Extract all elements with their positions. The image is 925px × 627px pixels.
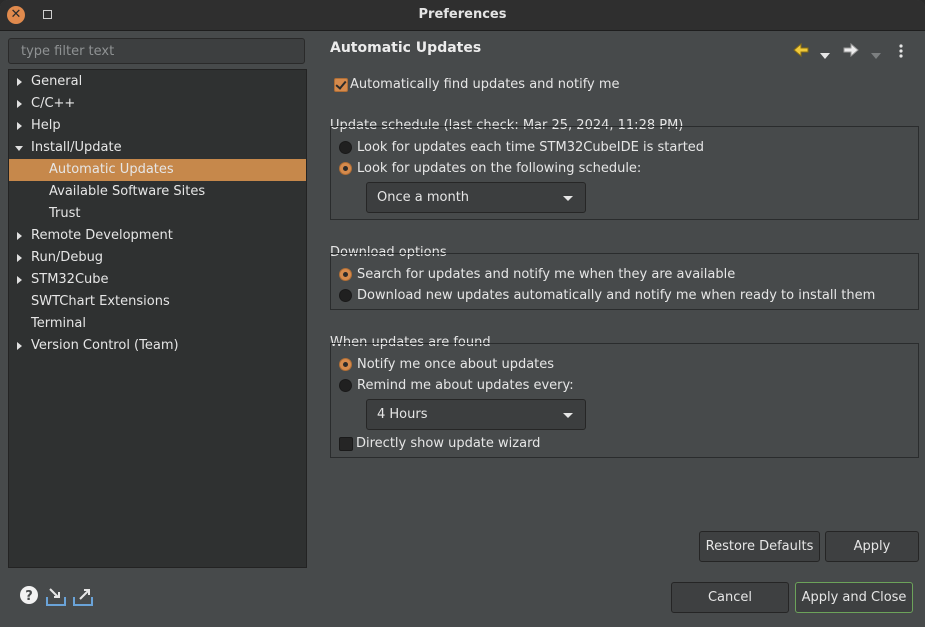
tree-item-label: Run/Debug [31, 250, 104, 265]
notify-once-radio-button[interactable] [339, 358, 352, 371]
schedule-periodic-radio-button[interactable] [339, 162, 352, 175]
more-vertical-icon [899, 44, 903, 58]
schedule-start-radio-button[interactable] [339, 141, 352, 154]
cancel-button[interactable]: Cancel [671, 582, 789, 613]
tree-item[interactable]: Version Control (Team) [9, 335, 306, 357]
show-wizard-label: Directly show update wizard [356, 436, 541, 451]
collapsed-arrow-icon[interactable] [17, 254, 22, 262]
back-menu-button[interactable] [820, 48, 830, 63]
frequency-value: Once a month [377, 190, 470, 205]
chevron-down-icon [820, 53, 830, 59]
collapsed-arrow-icon[interactable] [17, 100, 22, 108]
tree-item[interactable]: Automatic Updates [9, 159, 306, 181]
tree-item[interactable]: Available Software Sites [9, 181, 306, 203]
collapsed-arrow-icon[interactable] [17, 342, 22, 350]
preferences-tree: General C/C++ Help Install/Update Automatic … [8, 69, 307, 568]
tree-item-label: Install/Update [31, 140, 122, 155]
tree-item-label: C/C++ [31, 96, 76, 111]
tree-item[interactable]: Run/Debug [9, 247, 306, 269]
import-icon [46, 588, 66, 606]
back-arrow-icon [793, 42, 809, 58]
tree-item-label: SWTChart Extensions [31, 294, 170, 309]
chevron-down-icon [563, 413, 573, 418]
apply-button[interactable]: Apply [825, 531, 919, 562]
help-button[interactable]: ? [19, 585, 39, 607]
remind-radio-button[interactable] [339, 379, 352, 392]
collapsed-arrow-icon[interactable] [17, 78, 22, 86]
chevron-down-icon [871, 53, 881, 59]
tree-item-label: Terminal [31, 316, 86, 331]
tree-item[interactable]: Trust [9, 203, 306, 225]
download-search-label: Search for updates and notify me when th… [357, 267, 736, 282]
forward-button[interactable] [843, 42, 859, 61]
tree-item[interactable]: Install/Update [9, 137, 306, 159]
frequency-combo[interactable]: Once a month [366, 182, 586, 213]
tree-item[interactable]: General [9, 71, 306, 93]
tree-item-label: Available Software Sites [49, 184, 206, 199]
apply-and-close-button[interactable]: Apply and Close [795, 582, 913, 613]
remind-interval-combo[interactable]: 4 Hours [366, 399, 586, 430]
svg-text:?: ? [25, 589, 33, 604]
collapsed-arrow-icon[interactable] [17, 232, 22, 240]
auto-find-checkbox-box[interactable] [334, 78, 348, 92]
tree-item[interactable]: STM32Cube [9, 269, 306, 291]
tree-item-label: Trust [49, 206, 81, 221]
preferences-window: ✕ Preferences General C/C++ Help Install/Up… [0, 0, 925, 627]
schedule-start-label: Look for updates each time STM32CubeIDE … [357, 140, 705, 155]
tree-item[interactable]: Help [9, 115, 306, 137]
tree-item-label: General [31, 74, 83, 89]
download-search-radio-button[interactable] [339, 268, 352, 281]
collapsed-arrow-icon[interactable] [17, 276, 22, 284]
export-icon [73, 589, 93, 606]
tree-item[interactable]: SWTChart Extensions [9, 291, 306, 313]
forward-menu-button[interactable] [871, 48, 881, 63]
tree-item-label: Automatic Updates [49, 162, 174, 177]
restore-defaults-button[interactable]: Restore Defaults [699, 531, 820, 562]
tree-item[interactable]: Remote Development [9, 225, 306, 247]
title-bar: ✕ Preferences [0, 0, 925, 31]
tree-item[interactable]: Terminal [9, 313, 306, 335]
window-title: Preferences [418, 7, 507, 22]
view-menu-button[interactable] [898, 44, 904, 62]
filter-input[interactable] [8, 38, 305, 64]
tree-item-label: STM32Cube [31, 272, 109, 287]
download-auto-label: Download new updates automatically and n… [357, 288, 876, 303]
show-wizard-checkbox-box[interactable] [339, 437, 353, 451]
help-icon: ? [20, 586, 38, 604]
forward-arrow-icon [843, 42, 859, 58]
back-button[interactable] [793, 42, 809, 61]
page-title: Automatic Updates [330, 40, 482, 56]
notify-once-label: Notify me once about updates [357, 357, 555, 372]
remind-interval-value: 4 Hours [377, 407, 428, 422]
tree-item[interactable]: C/C++ [9, 93, 306, 115]
import-button[interactable] [45, 585, 67, 607]
tree-item-label: Help [31, 118, 61, 133]
collapsed-arrow-icon[interactable] [17, 122, 22, 130]
tree-item-label: Version Control (Team) [31, 338, 179, 353]
export-button[interactable] [72, 585, 94, 607]
chevron-down-icon [563, 196, 573, 201]
download-auto-radio-button[interactable] [339, 289, 352, 302]
auto-find-label: Automatically find updates and notify me [350, 77, 620, 92]
expanded-arrow-icon[interactable] [15, 146, 23, 151]
tree-item-label: Remote Development [31, 228, 173, 243]
remind-label: Remind me about updates every: [357, 378, 574, 393]
schedule-periodic-label: Look for updates on the following schedu… [357, 161, 642, 176]
